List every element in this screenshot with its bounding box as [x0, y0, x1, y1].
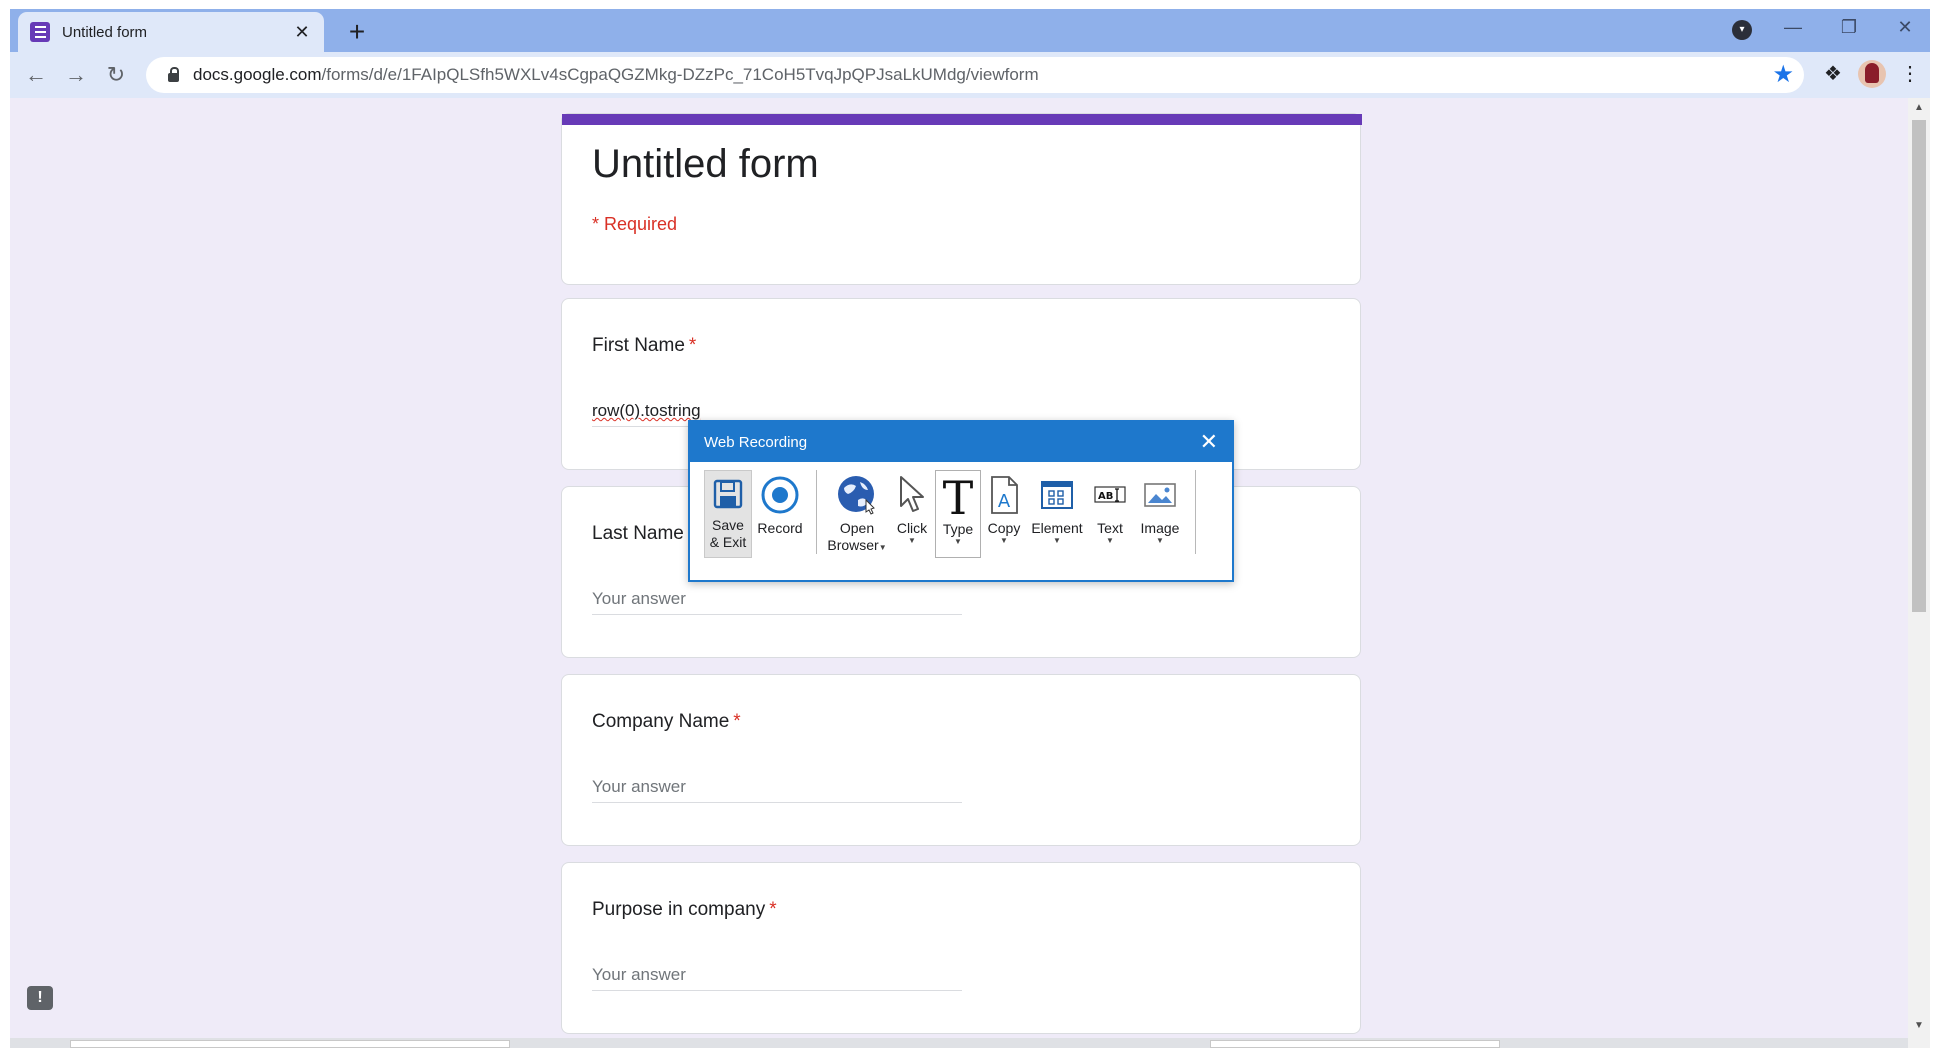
purpose-input[interactable]: Your answer — [592, 965, 962, 991]
question-label: First Name * — [592, 335, 696, 357]
address-bar[interactable]: docs.google.com/forms/d/e/1FAIpQLSfh5WXL… — [146, 57, 1804, 93]
text-button[interactable]: AB Text ▼ — [1087, 470, 1133, 558]
chevron-down-icon: ▼ — [1156, 536, 1164, 545]
toolbar-separator — [1195, 470, 1196, 554]
question-label: Purpose in company * — [592, 899, 777, 921]
element-button[interactable]: Element ▼ — [1027, 470, 1087, 558]
form-title: Untitled form — [592, 142, 819, 186]
required-note: * Required — [592, 214, 678, 234]
taskbar-item[interactable] — [1210, 1040, 1500, 1048]
floppy-disk-icon — [713, 475, 743, 513]
lock-icon — [168, 67, 179, 82]
required-asterisk: * — [733, 711, 741, 732]
open-browser-label-line1: Open — [839, 520, 875, 536]
tab-title: Untitled form — [62, 23, 148, 41]
chevron-down-icon: ▼ — [1000, 536, 1008, 545]
minimize-button[interactable]: — — [1778, 17, 1808, 38]
dialog-header: Web Recording ✕ — [690, 422, 1232, 462]
extensions-puzzle-icon[interactable]: ❖ — [1824, 61, 1842, 86]
recorder-toolbar: Save & Exit Record Open Browser▼ Click ▼ — [704, 470, 1204, 562]
restore-button[interactable]: ❐ — [1834, 17, 1864, 38]
open-browser-label-text: Browser — [827, 537, 879, 553]
form-header-card: Untitled form * Required — [561, 113, 1362, 286]
company-name-input[interactable]: Your answer — [592, 777, 962, 803]
dialog-title: Web Recording — [704, 433, 808, 451]
globe-icon — [836, 474, 878, 516]
save-exit-button[interactable]: Save & Exit — [704, 470, 752, 558]
open-browser-label-line2: Browser▼ — [827, 537, 886, 554]
cursor-arrow-icon — [895, 474, 929, 516]
vertical-scrollbar[interactable]: ▲ ▼ — [1908, 98, 1930, 1048]
svg-text:T: T — [943, 474, 974, 518]
web-recording-dialog: Web Recording ✕ Save & Exit Record Open … — [688, 420, 1234, 582]
chevron-down-icon: ▼ — [908, 536, 916, 545]
image-label: Image — [1140, 520, 1180, 536]
question-label: Company Name * — [592, 711, 741, 733]
answer-text: row(0).tostring — [592, 401, 701, 420]
image-button[interactable]: Image ▼ — [1133, 470, 1187, 558]
scroll-down-arrow-icon[interactable]: ▼ — [1914, 1020, 1924, 1031]
browser-tab[interactable]: Untitled form ✕ — [18, 12, 324, 52]
text-label: Text — [1097, 520, 1123, 536]
scroll-up-arrow-icon[interactable]: ▲ — [1914, 102, 1924, 113]
question-label-text: Purpose in company — [592, 899, 766, 920]
form-accent-bar — [562, 114, 1362, 286]
question-card-purpose: Purpose in company * Your answer — [561, 862, 1361, 1034]
toolbar-separator — [816, 470, 817, 554]
element-window-icon — [1040, 474, 1074, 516]
browser-tab-bar: Untitled form ✕ + ▾ — ❐ ✕ — [10, 9, 1930, 52]
save-exit-label-line1: Save — [712, 517, 744, 533]
required-asterisk: * — [688, 335, 697, 356]
chevron-down-icon: ▼ — [1053, 536, 1061, 545]
forward-arrow-icon[interactable]: → — [62, 61, 90, 89]
save-exit-label-line2: & Exit — [709, 534, 747, 550]
tab-close-icon[interactable]: ✕ — [292, 22, 312, 43]
question-label-text: Last Name — [592, 523, 684, 544]
type-button[interactable]: T Type ▼ — [935, 470, 981, 558]
avatar[interactable] — [1858, 60, 1886, 88]
browser-toolbar: ← → ↻ docs.google.com/forms/d/e/1FAIpQLS… — [10, 52, 1930, 98]
new-tab-button[interactable]: + — [343, 18, 371, 46]
record-button[interactable]: Record — [752, 470, 808, 558]
copy-label: Copy — [987, 520, 1021, 536]
element-label: Element — [1031, 520, 1083, 536]
reload-icon[interactable]: ↻ — [102, 61, 130, 89]
text-field-icon: AB — [1093, 474, 1127, 516]
question-card-company-name: Company Name * Your answer — [561, 674, 1361, 846]
chevron-down-icon: ▼ — [954, 537, 962, 546]
svg-text:A: A — [998, 491, 1011, 512]
chevron-down-icon: ▼ — [878, 543, 887, 552]
chevron-down-icon: ▼ — [1106, 536, 1114, 545]
svg-text:AB: AB — [1098, 491, 1113, 502]
required-asterisk: * — [769, 899, 777, 920]
record-icon — [760, 474, 800, 516]
forms-favicon-icon — [30, 22, 50, 42]
copy-button[interactable]: A Copy ▼ — [981, 470, 1027, 558]
type-t-icon: T — [941, 474, 975, 518]
image-picture-icon — [1143, 474, 1177, 516]
question-label-text: Company Name — [592, 711, 730, 732]
click-label: Click — [896, 520, 928, 536]
url-text[interactable]: docs.google.com/forms/d/e/1FAIpQLSfh5WXL… — [193, 65, 1039, 85]
click-button[interactable]: Click ▼ — [889, 470, 935, 558]
browser-menu-icon[interactable]: ⋮ — [1900, 61, 1920, 86]
taskbar-item[interactable] — [70, 1040, 510, 1048]
record-label: Record — [757, 520, 803, 536]
scroll-thumb[interactable] — [1912, 120, 1926, 612]
question-label: Last Name* — [592, 523, 695, 545]
open-browser-button[interactable]: Open Browser▼ — [825, 470, 889, 558]
type-label: Type — [942, 521, 974, 537]
bookmark-star-icon[interactable]: ★ — [1772, 60, 1794, 89]
last-name-input[interactable]: Your answer — [592, 589, 962, 615]
profile-dropdown-icon[interactable]: ▾ — [1732, 20, 1752, 40]
url-host: docs.google.com — [193, 65, 322, 84]
question-label-text: First Name — [592, 335, 685, 356]
copy-document-icon: A — [987, 474, 1021, 516]
window-close-button[interactable]: ✕ — [1890, 17, 1920, 38]
back-arrow-icon[interactable]: ← — [22, 61, 50, 89]
taskbar-strip — [10, 1038, 1908, 1048]
report-feedback-icon[interactable]: ! — [27, 986, 53, 1010]
url-path: /forms/d/e/1FAIpQLSfh5WXLv4sCgpaQGZMkg-D… — [321, 65, 1039, 84]
dialog-close-icon[interactable]: ✕ — [1200, 431, 1218, 453]
